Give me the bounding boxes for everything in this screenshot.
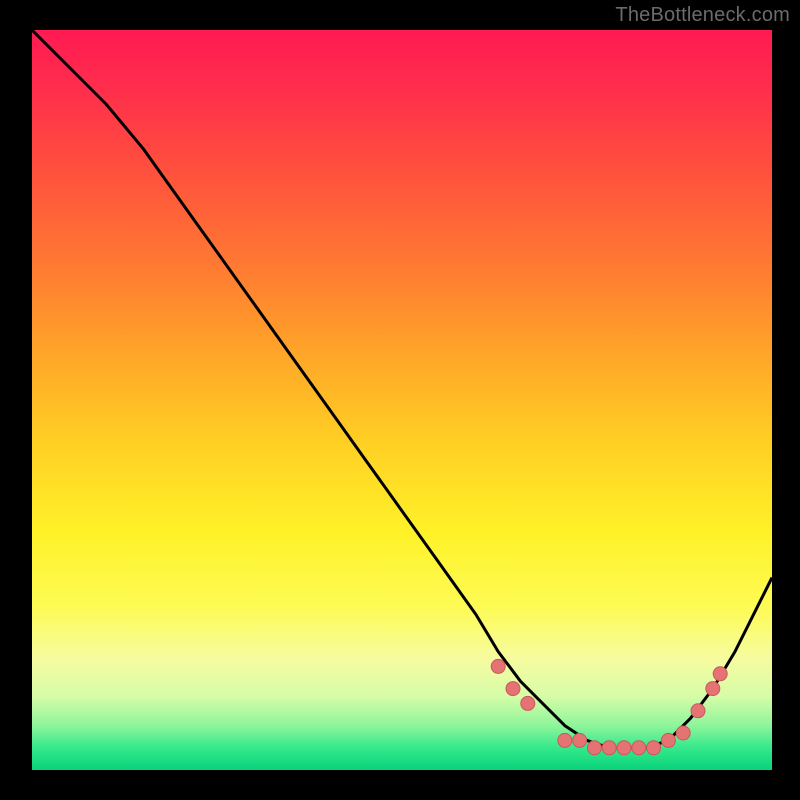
data-marker xyxy=(558,733,572,747)
data-marker xyxy=(706,682,720,696)
data-marker xyxy=(491,659,505,673)
chart-overlay-svg xyxy=(32,30,772,770)
markers-group xyxy=(491,659,727,754)
data-marker xyxy=(632,741,646,755)
curve-path xyxy=(32,30,772,748)
data-marker xyxy=(647,741,661,755)
data-marker xyxy=(602,741,616,755)
data-marker xyxy=(506,682,520,696)
data-marker xyxy=(691,704,705,718)
chart-stage: TheBottleneck.com xyxy=(0,0,800,800)
data-marker xyxy=(676,726,690,740)
data-marker xyxy=(573,733,587,747)
data-marker xyxy=(587,741,601,755)
watermark-text: TheBottleneck.com xyxy=(615,4,790,27)
data-marker xyxy=(713,667,727,681)
data-marker xyxy=(661,733,675,747)
data-marker xyxy=(521,696,535,710)
plot-area xyxy=(32,30,772,770)
data-marker xyxy=(617,741,631,755)
